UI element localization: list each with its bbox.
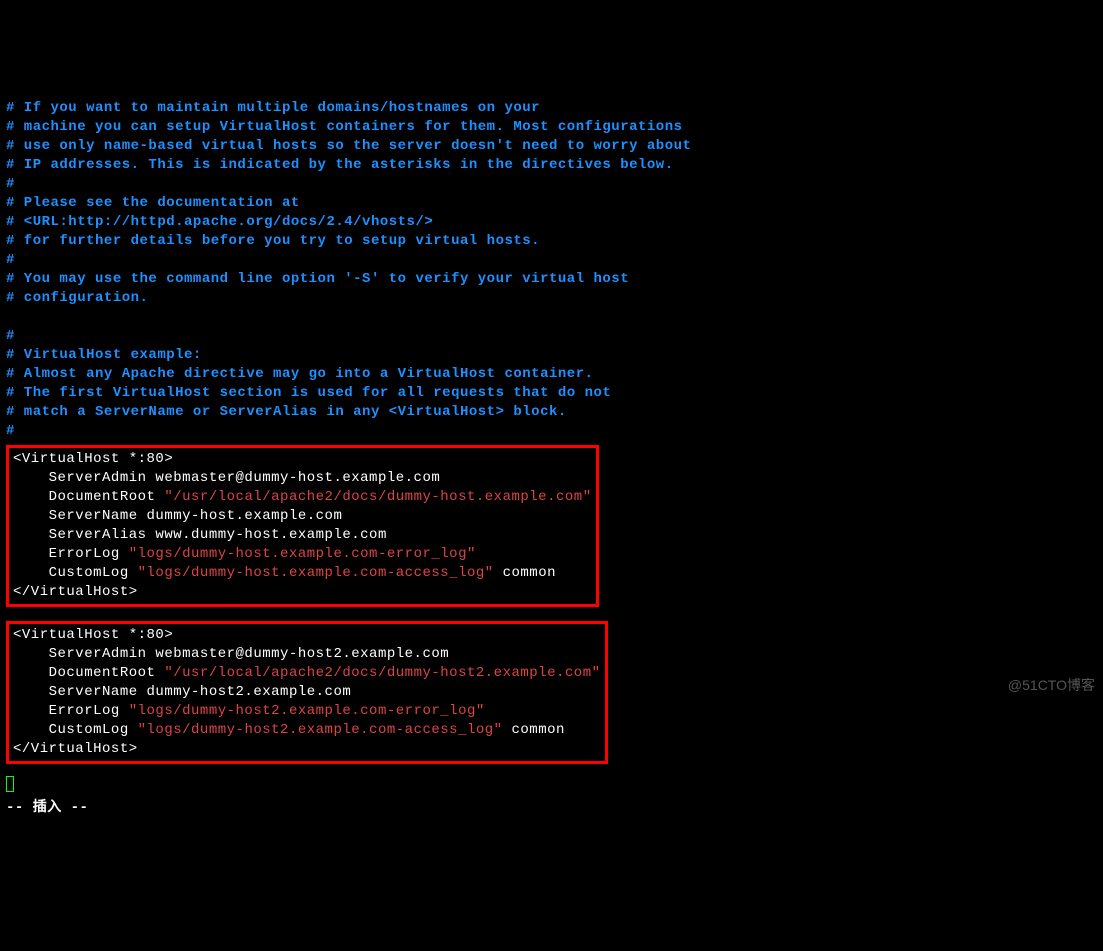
comment-line: # [6, 252, 15, 268]
server-admin-line: ServerAdmin webmaster@dummy-host.example… [13, 470, 440, 486]
document-root-key: DocumentRoot [13, 489, 164, 505]
highlight-box-vhost2: <VirtualHost *:80> ServerAdmin webmaster… [6, 621, 608, 764]
comment-line: # <URL:http://httpd.apache.org/docs/2.4/… [6, 214, 433, 230]
comment-line: # Almost any Apache directive may go int… [6, 366, 594, 382]
custom-log-key: CustomLog [13, 722, 138, 738]
comment-line: # You may use the command line option '-… [6, 271, 629, 287]
error-log-value: "logs/dummy-host.example.com-error_log" [129, 546, 476, 562]
comment-line: # use only name-based virtual hosts so t… [6, 138, 691, 154]
error-log-key: ErrorLog [13, 546, 129, 562]
vim-mode-status: -- 插入 -- [6, 800, 88, 816]
custom-log-tail: common [494, 565, 556, 581]
custom-log-key: CustomLog [13, 565, 138, 581]
document-root-value: "/usr/local/apache2/docs/dummy-host2.exa… [164, 665, 600, 681]
server-alias-line: ServerAlias www.dummy-host.example.com [13, 527, 387, 543]
document-root-value: "/usr/local/apache2/docs/dummy-host.exam… [164, 489, 591, 505]
vhost-close-tag: </VirtualHost> [13, 584, 138, 600]
comment-line: # [6, 328, 15, 344]
error-log-value: "logs/dummy-host2.example.com-error_log" [129, 703, 485, 719]
server-name-line: ServerName dummy-host.example.com [13, 508, 342, 524]
cursor-icon [6, 776, 14, 792]
watermark-label: @51CTO博客 [1008, 676, 1095, 695]
custom-log-value: "logs/dummy-host2.example.com-access_log… [138, 722, 503, 738]
comment-line: # The first VirtualHost section is used … [6, 385, 611, 401]
comment-line: # VirtualHost example: [6, 347, 202, 363]
custom-log-tail: common [503, 722, 565, 738]
comment-line: # Please see the documentation at [6, 195, 300, 211]
server-name-line: ServerName dummy-host2.example.com [13, 684, 351, 700]
comment-line: # [6, 176, 15, 192]
vhost-open-tag: <VirtualHost *:80> [13, 627, 173, 643]
comment-line: # If you want to maintain multiple domai… [6, 100, 540, 116]
custom-log-value: "logs/dummy-host.example.com-access_log" [138, 565, 494, 581]
comment-line: # machine you can setup VirtualHost cont… [6, 119, 683, 135]
vhost-open-tag: <VirtualHost *:80> [13, 451, 173, 467]
editor-viewport[interactable]: # If you want to maintain multiple domai… [6, 80, 1097, 818]
error-log-key: ErrorLog [13, 703, 129, 719]
vhost-close-tag: </VirtualHost> [13, 741, 138, 757]
highlight-box-vhost1: <VirtualHost *:80> ServerAdmin webmaster… [6, 445, 599, 607]
comment-line: # configuration. [6, 290, 148, 306]
comment-line: # IP addresses. This is indicated by the… [6, 157, 674, 173]
comment-line: # for further details before you try to … [6, 233, 540, 249]
document-root-key: DocumentRoot [13, 665, 164, 681]
server-admin-line: ServerAdmin webmaster@dummy-host2.exampl… [13, 646, 449, 662]
comment-line: # [6, 423, 15, 439]
comment-line: # match a ServerName or ServerAlias in a… [6, 404, 567, 420]
